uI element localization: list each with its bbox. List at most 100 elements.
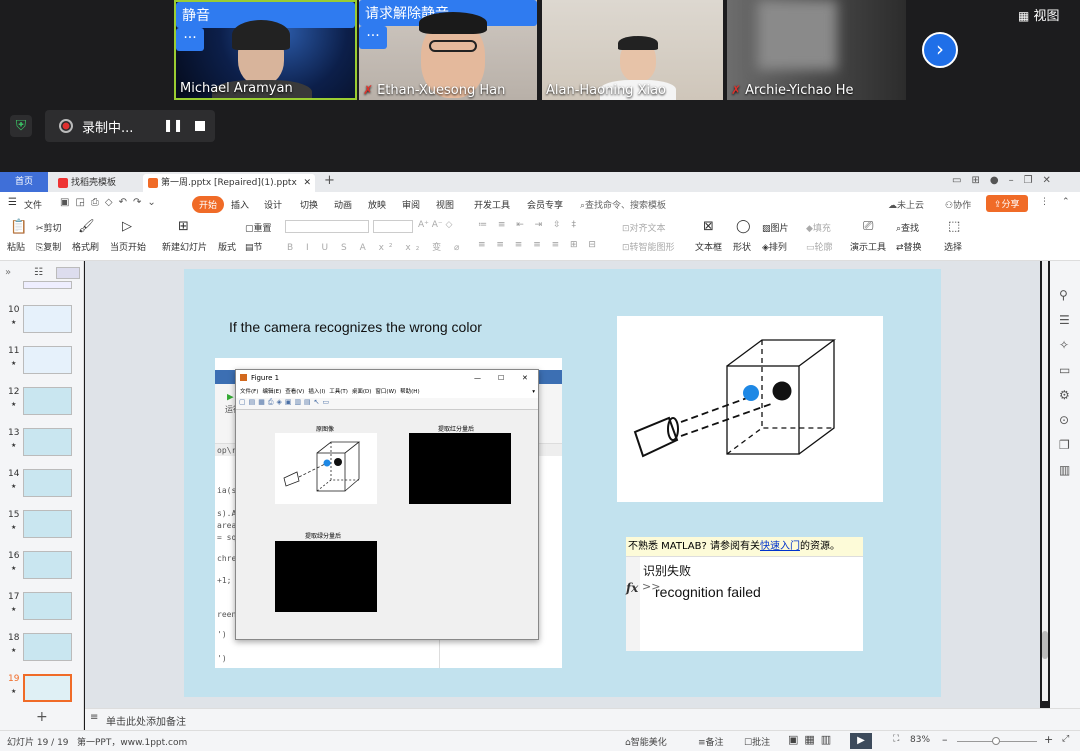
slide-thumbnail[interactable] [23,510,72,538]
shape-icon[interactable]: ◯ [736,219,751,234]
list-buttons[interactable]: ≔ ≡ ⇤ ⇥ ⇳ ‡ [478,220,580,230]
pause-recording-button[interactable]: ❚❚ [163,118,183,132]
scrollbar-thumb[interactable] [1042,631,1048,659]
stop-recording-button[interactable] [195,121,205,131]
select-icon[interactable]: ⬚ [948,219,960,234]
textbox-button[interactable]: 文本框 [695,240,722,253]
format-painter-icon[interactable]: 🖌 [78,219,95,234]
quick-access-icons[interactable]: ▣◲⎙◇↶↷⌄ [60,197,162,208]
notes-placeholder[interactable]: 单击此处添加备注 [106,713,186,728]
next-page-button[interactable]: › [922,32,958,68]
more-options-button[interactable]: ··· [176,28,204,51]
slide-thumb-partial[interactable] [23,281,72,289]
replace-button[interactable]: ⇄替换 [896,240,922,253]
new-slide-button[interactable]: 新建幻灯片 [162,240,207,253]
collapse-panel-icon[interactable]: » [5,267,11,278]
cut-button[interactable]: ✂剪切 [36,221,62,234]
menu-review[interactable]: 审阅 [402,198,420,211]
maximize-icon[interactable]: ☐ [498,370,504,386]
figure-menu-item[interactable]: 帮助(H) [400,389,419,395]
new-tab-button[interactable]: + [324,173,335,188]
tab-home[interactable]: 首页 [0,172,48,192]
smart-shape-button[interactable]: ⊡转智能图形 [622,240,675,253]
figure-window[interactable]: Figure 1 — ☐ ✕ 文件(F) 编辑(E) 查看(V) 插入(I) 工具(T)… [235,369,539,640]
notes-bar[interactable]: ≡ 单击此处添加备注 [85,708,1080,730]
hamburger-icon[interactable]: ☰ [8,197,17,208]
layout-icon[interactable]: ▭ [952,175,971,186]
library-icon[interactable]: ▥ [1059,458,1070,483]
align-buttons[interactable]: ≡ ≡ ≡ ≡ ≡ ⊞ ⊟ [478,240,600,250]
figure-menu-item[interactable]: 插入(I) [308,389,325,395]
font-family-select[interactable] [285,220,369,233]
add-slide-icon[interactable]: + [36,709,48,725]
zoom-level[interactable]: 83% [910,735,930,745]
menu-view[interactable]: 视图 [436,198,454,211]
textbox-icon[interactable]: ⊠ [703,219,714,234]
new-slide-icon[interactable]: ⊞ [178,219,189,234]
figure-menu-item[interactable]: 查看(V) [285,389,304,395]
menu-design[interactable]: 设计 [264,198,282,211]
more-options-button[interactable]: ··· [359,26,387,49]
video-tile-1[interactable]: Michael Aramyan 静音 ··· [174,0,357,100]
figure-menu-item[interactable]: 编辑(E) [262,389,281,395]
security-shield-icon[interactable]: ⛨ [10,115,32,137]
outline-button[interactable]: ▭轮廓 [806,240,833,253]
shape-button[interactable]: 形状 [733,240,751,253]
slide-thumbnail[interactable] [23,469,72,497]
minimize-icon[interactable]: — [474,370,481,386]
present-tools-icon[interactable]: ⎚ [863,219,873,234]
fill-button[interactable]: ◆填充 [806,221,831,234]
slide-thumbnail[interactable] [23,633,72,661]
section-button[interactable]: ▤节 [245,240,263,253]
book-icon[interactable]: ❐ [1059,433,1070,458]
slide-heading[interactable]: If the camera recognizes the wrong color [229,319,482,335]
paste-icon[interactable]: 📋 [10,219,27,235]
find-button[interactable]: ⌕查找 [896,221,919,234]
picture-button[interactable]: ▨图片 [762,221,789,234]
select-button[interactable]: 选择 [944,240,962,253]
font-size-select[interactable] [373,220,413,233]
figure-menu-item[interactable]: 文件(F) [240,389,258,395]
menu-start[interactable]: 开始 [192,196,225,213]
thumbnail-view-icon[interactable] [56,267,80,279]
close-icon[interactable]: ✕ [1043,175,1061,186]
slide-thumbnail[interactable] [23,387,72,415]
play-from-current-button[interactable]: 当页开始 [110,240,146,253]
animation-icon[interactable]: ✧ [1059,333,1070,358]
copy-button[interactable]: ⎘复制 [36,240,61,253]
play-from-current-icon[interactable]: ▷ [122,219,132,234]
close-icon[interactable]: ✕ [522,370,528,386]
transition-icon[interactable]: ▭ [1059,358,1070,383]
restore-icon[interactable]: ❐ [1024,175,1043,186]
zoom-fit-icon[interactable]: ⛶ [893,734,899,744]
menu-animation[interactable]: 动画 [334,198,352,211]
figure-menu-item[interactable]: 桌面(D) [352,389,372,395]
comments-button[interactable]: ☐批注 [744,735,770,748]
arrange-button[interactable]: ◈排列 [762,240,787,253]
slide-thumbnail[interactable] [23,551,72,579]
cloud-status[interactable]: ☁未上云 [888,198,924,211]
slide-thumbnail[interactable] [23,674,72,702]
apps-icon[interactable]: ⊞ [971,175,989,186]
tab-template[interactable]: 找稻壳模板 [52,174,140,192]
menu-member[interactable]: 会员专享 [527,198,563,211]
slide-thumbnail[interactable] [23,592,72,620]
paste-button[interactable]: 粘贴 [7,240,25,253]
settings-sliders-icon[interactable]: ☰ [1059,308,1070,333]
format-painter-button[interactable]: 格式刷 [72,240,99,253]
location-icon[interactable]: ⊙ [1059,408,1070,433]
notes-button[interactable]: ≡备注 [698,735,724,748]
view-buttons[interactable]: ▣▦▥ [788,733,837,746]
outline-view-icon[interactable]: ☷ [34,267,43,278]
collab-button[interactable]: ⚇协作 [945,198,971,211]
text-format-buttons[interactable]: B I U S A x² x₂ 变 ⌀ [287,240,464,253]
zoom-out-button[interactable]: – [942,733,948,746]
menu-slideshow[interactable]: 放映 [368,198,386,211]
font-size-controls[interactable]: A⁺ A⁻ ◇ [418,220,452,230]
share-button[interactable]: ⇪分享 [986,195,1028,212]
figure-menu-item[interactable]: 窗口(W) [375,389,396,395]
layout-button[interactable]: 版式 [218,240,236,253]
figure-menu-item[interactable]: 工具(T) [329,389,348,395]
slide-thumbnail[interactable] [23,305,72,333]
menu-developer[interactable]: 开发工具 [474,198,510,211]
